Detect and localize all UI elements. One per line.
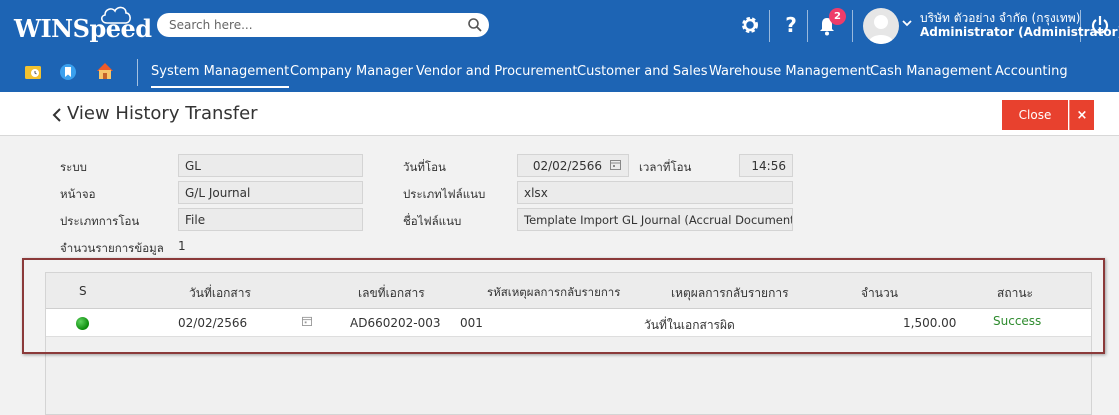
chevron-down-icon[interactable] [902, 19, 912, 27]
separator [807, 10, 808, 42]
nav-divider [137, 59, 138, 86]
svg-text:?: ? [785, 14, 797, 36]
col-header-doc-no[interactable]: เลขที่เอกสาร [358, 284, 425, 303]
calendar-icon[interactable] [302, 316, 312, 326]
file-type-field[interactable]: xlsx [517, 181, 793, 204]
system-label: ระบบ [60, 160, 87, 174]
screen-label: หน้าจอ [60, 187, 96, 201]
transfer-time-label: เวลาที่โอน [639, 160, 692, 174]
app-logo[interactable]: WINSpeed [14, 6, 152, 43]
file-name-label: ชื่อไฟล์แนบ [403, 214, 462, 228]
col-header-reason[interactable]: เหตุผลการกลับรายการ [671, 284, 789, 303]
cell-amount: 1,500.00 [903, 316, 957, 330]
folder-clock-icon[interactable] [24, 63, 42, 81]
cell-reason: วันที่ในเอกสารผิด [644, 318, 735, 332]
nav-accounting[interactable]: Accounting [995, 64, 1068, 79]
nav-system-management[interactable]: System Management [151, 64, 290, 88]
search-box[interactable] [157, 13, 489, 37]
separator [852, 10, 853, 42]
close-x-button[interactable]: × [1069, 100, 1094, 130]
back-chevron-icon[interactable] [51, 107, 63, 123]
transfer-type-field[interactable]: File [178, 208, 363, 231]
calendar-icon[interactable] [610, 159, 621, 170]
cell-doc-date: 02/02/2566 [178, 316, 248, 330]
separator [1080, 10, 1081, 42]
col-header-doc-date[interactable]: วันที่เอกสาร [189, 284, 251, 303]
record-count-label: จำนวนรายการข้อมูล [60, 241, 164, 255]
file-type-label: ประเภทไฟล์แนบ [403, 187, 486, 201]
cell-status: Success [993, 314, 1042, 328]
search-icon[interactable] [467, 17, 483, 33]
nav-cash-management[interactable]: Cash Management [870, 64, 992, 79]
system-field[interactable]: GL [178, 154, 363, 177]
bookmark-icon[interactable] [59, 63, 77, 81]
help-icon[interactable]: ? [783, 14, 799, 36]
table-row[interactable]: 02/02/2566 AD660202-003 001 วันที่ในเอกส… [46, 309, 1091, 337]
screen-field[interactable]: G/L Journal [178, 181, 363, 204]
nav-customer-sales[interactable]: Customer and Sales [577, 64, 707, 79]
col-header-status-icon[interactable]: S [79, 284, 87, 298]
transfer-grid: S วันที่เอกสาร เลขที่เอกสาร รหัสเหตุผลกา… [45, 272, 1092, 415]
transfer-type-label: ประเภทการโอน [60, 214, 140, 228]
top-bar: WINSpeed ? 2 บริษัท ตัวอย่าง จำกัด (กรุง… [0, 0, 1119, 52]
avatar[interactable] [863, 8, 899, 44]
user-icon [868, 15, 894, 44]
cloud-icon [101, 6, 131, 24]
separator [769, 10, 770, 42]
cell-reason-code: 001 [460, 316, 483, 330]
close-button[interactable]: Close [1002, 100, 1068, 130]
page-header: View History Transfer Close × [0, 92, 1119, 136]
nav-vendor-procurement[interactable]: Vendor and Procurement [416, 64, 577, 79]
record-count-value: 1 [178, 239, 186, 253]
power-icon[interactable] [1090, 15, 1110, 35]
nav-company-manager[interactable]: Company Manager [290, 64, 413, 79]
status-dot-icon [76, 317, 89, 330]
gear-icon[interactable] [740, 14, 760, 36]
grid-header: S วันที่เอกสาร เลขที่เอกสาร รหัสเหตุผลกา… [46, 273, 1091, 309]
nav-warehouse-management[interactable]: Warehouse Management [709, 64, 871, 79]
home-icon[interactable] [95, 61, 115, 81]
cell-doc-no: AD660202-003 [350, 316, 441, 330]
transfer-time-field[interactable]: 14:56 [739, 154, 793, 177]
file-name-field[interactable]: Template Import GL Journal (Accrual Docu… [517, 208, 793, 231]
main-nav: System Management Company Manager Vendor… [0, 52, 1119, 92]
col-header-amount[interactable]: จำนวน [861, 284, 898, 303]
col-header-state[interactable]: สถานะ [997, 284, 1033, 303]
search-input[interactable] [169, 16, 459, 34]
page-title: View History Transfer [67, 103, 258, 124]
transfer-date-label: วันที่โอน [403, 160, 446, 174]
col-header-reason-code[interactable]: รหัสเหตุผลการกลับรายการ [487, 284, 620, 302]
notification-badge: 2 [829, 8, 846, 25]
